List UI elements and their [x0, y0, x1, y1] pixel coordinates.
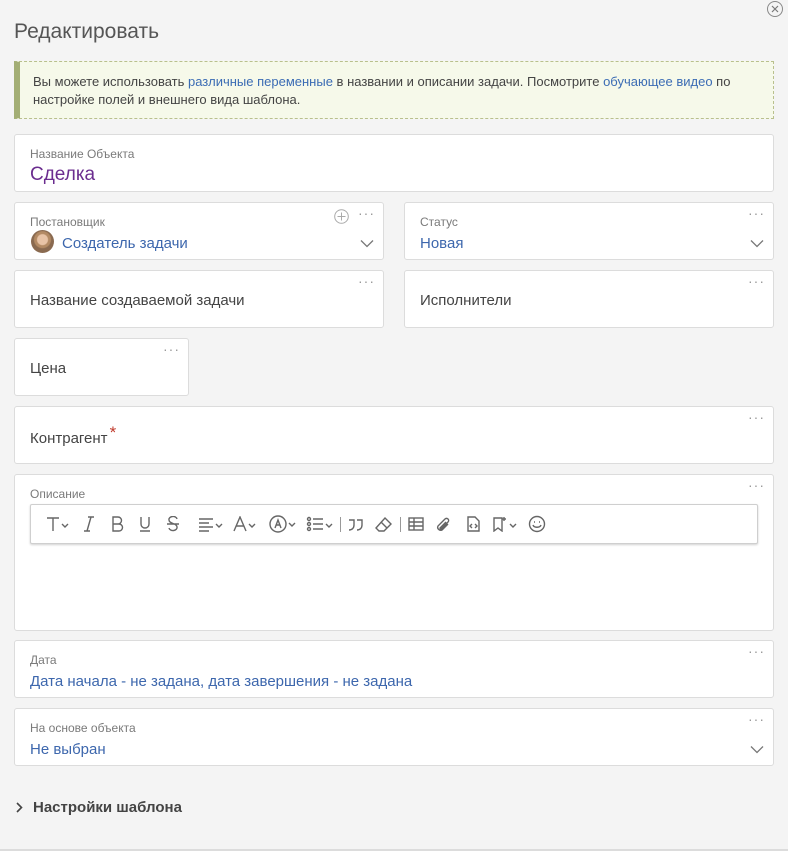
description-label: Описание — [30, 487, 86, 501]
chevron-down-icon[interactable] — [360, 239, 374, 248]
code-icon[interactable] — [465, 514, 481, 534]
price-more-icon[interactable]: ··· — [163, 342, 180, 356]
chevron-right-icon — [16, 802, 23, 813]
object-name-field[interactable]: Название Объекта Сделка — [14, 134, 774, 192]
quote-icon[interactable] — [347, 514, 365, 534]
based-on-more-icon[interactable]: ··· — [748, 712, 765, 726]
counterparty-more-icon[interactable]: ··· — [748, 410, 765, 424]
based-on-object-field[interactable]: На основе объекта ··· Не выбран — [14, 708, 774, 766]
chevron-down-icon[interactable] — [750, 745, 764, 754]
emoji-icon[interactable] — [528, 514, 546, 534]
required-mark: * — [109, 423, 117, 442]
table-icon[interactable] — [408, 514, 424, 534]
add-icon[interactable] — [334, 209, 349, 224]
list-icon[interactable] — [306, 514, 334, 534]
dialog-title: Редактировать — [14, 20, 160, 43]
price-field[interactable]: ··· Цена — [14, 338, 189, 396]
italic-icon[interactable] — [82, 514, 96, 534]
date-more-icon[interactable]: ··· — [748, 644, 765, 658]
date-value[interactable]: Дата начала - не задана, дата завершения… — [30, 673, 412, 690]
notice-text-2: в названии и описании задачи. Посмотрите — [332, 74, 604, 89]
highlight-icon[interactable] — [269, 514, 297, 534]
text-style-icon[interactable] — [46, 514, 70, 534]
tutorial-video-link[interactable]: обучающее видео — [603, 74, 712, 89]
template-settings-toggle[interactable]: Настройки шаблона — [16, 799, 182, 816]
info-notice: Вы можете использовать различные перемен… — [14, 61, 774, 119]
editor-toolbar — [30, 504, 758, 544]
toolbar-divider — [400, 517, 401, 532]
eraser-icon[interactable] — [375, 514, 393, 534]
assignees-label: Исполнители — [420, 292, 512, 309]
underline-icon[interactable] — [138, 514, 152, 534]
price-label: Цена — [30, 360, 67, 377]
counterparty-label-wrap: Контрагент * — [30, 423, 116, 448]
template-settings-label: Настройки шаблона — [33, 799, 182, 816]
strikethrough-icon[interactable] — [166, 514, 180, 534]
based-on-object-value[interactable]: Не выбран — [30, 741, 106, 758]
avatar — [31, 230, 54, 253]
description-field[interactable]: Описание ··· — [14, 474, 774, 631]
status-label: Статус — [420, 215, 458, 229]
based-on-object-label: На основе объекта — [30, 721, 136, 735]
object-name-value[interactable]: Сделка — [30, 164, 95, 186]
object-name-label: Название Объекта — [30, 147, 135, 161]
counterparty-label: Контрагент — [30, 430, 108, 447]
task-name-field[interactable]: ··· Название создаваемой задачи — [14, 270, 384, 328]
close-icon — [771, 5, 779, 13]
close-button[interactable] — [767, 1, 783, 17]
creator-more-icon[interactable]: ··· — [358, 206, 375, 220]
date-field[interactable]: Дата ··· Дата начала - не задана, дата з… — [14, 640, 774, 698]
status-field[interactable]: Статус ··· Новая — [404, 202, 774, 260]
task-name-more-icon[interactable]: ··· — [358, 274, 375, 288]
attachment-icon[interactable] — [435, 514, 453, 534]
date-label: Дата — [30, 653, 57, 667]
assignees-more-icon[interactable]: ··· — [748, 274, 765, 288]
status-more-icon[interactable]: ··· — [748, 206, 765, 220]
align-icon[interactable] — [198, 514, 224, 534]
bold-icon[interactable] — [110, 514, 124, 534]
description-more-icon[interactable]: ··· — [748, 478, 765, 492]
bookmark-icon[interactable] — [492, 514, 520, 534]
creator-label: Постановщик — [30, 215, 105, 229]
chevron-down-icon[interactable] — [750, 239, 764, 248]
toolbar-divider — [340, 517, 341, 532]
creator-value[interactable]: Создатель задачи — [62, 235, 188, 252]
variables-link[interactable]: различные переменные — [188, 74, 333, 89]
font-color-icon[interactable] — [233, 514, 259, 534]
notice-text-1: Вы можете использовать — [33, 74, 188, 89]
status-value[interactable]: Новая — [420, 235, 463, 252]
counterparty-field[interactable]: ··· Контрагент * — [14, 406, 774, 464]
assignees-field[interactable]: ··· Исполнители — [404, 270, 774, 328]
task-name-label: Название создаваемой задачи — [30, 292, 245, 309]
creator-field[interactable]: Постановщик ··· Создатель задачи — [14, 202, 384, 260]
